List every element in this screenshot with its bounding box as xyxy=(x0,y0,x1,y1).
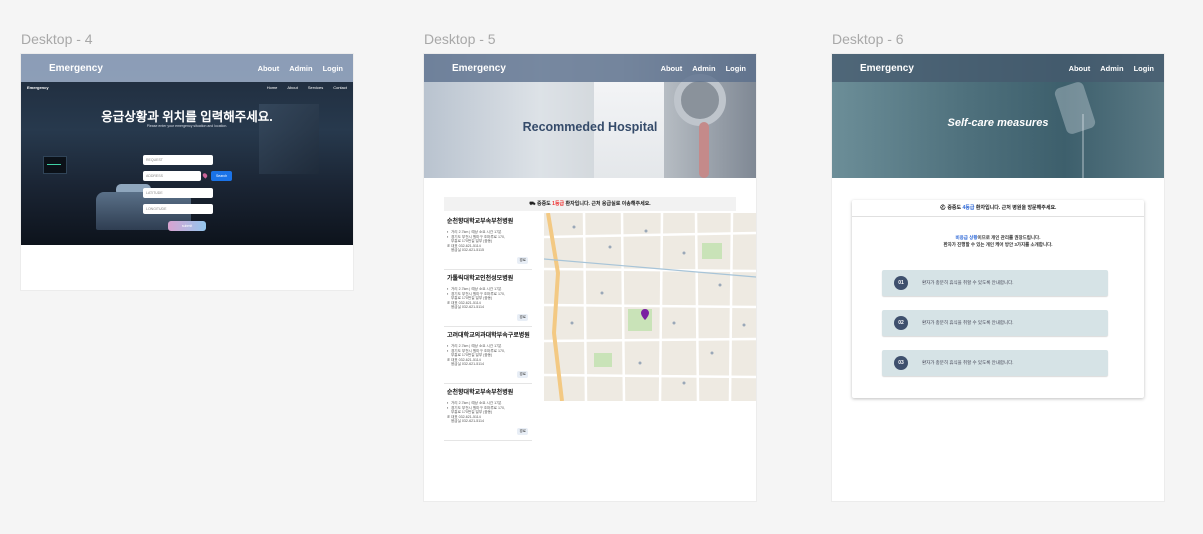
hospital-distance: 거리 2.7km | 예상 소요 시간 17분 xyxy=(451,344,502,348)
inner-nav-services[interactable]: Services xyxy=(308,85,323,90)
top-nav: Emergency About Admin Login xyxy=(21,54,353,82)
inner-nav: Emergency Home About Services Contact xyxy=(21,82,353,92)
frame-desktop-5: Recommeded Hospital Emergency About Admi… xyxy=(424,54,756,501)
hospital-address-2: 부흥로 170번길 일부 (중동) xyxy=(451,239,493,244)
hospital-name[interactable]: 가톨릭대학교인천성모병원 xyxy=(447,273,529,282)
nav-login[interactable]: Login xyxy=(726,64,746,73)
hospital-address-1: 경기도 부천시 원미구 조마루로 170, xyxy=(451,405,505,410)
hospital-address-1: 경기도 부천시 원미구 조마루로 170, xyxy=(451,234,505,239)
hero-subtitle: Please enter your emergency situation an… xyxy=(146,124,228,128)
nav-admin[interactable]: Admin xyxy=(1100,64,1123,73)
hero-title: Recommeded Hospital xyxy=(522,120,658,134)
hospital-address-1: 경기도 부천시 원미구 조마루로 170, xyxy=(451,291,505,296)
hero-title: 응급상황과 위치를 입력해주세요. xyxy=(101,110,273,124)
step-number: 03 xyxy=(894,356,908,370)
nav-admin[interactable]: Admin xyxy=(289,64,312,73)
request-input[interactable]: REQUEST xyxy=(143,155,213,165)
notice-suffix: 환자입니다. 근처 병원을 방문해주세요. xyxy=(974,205,1057,211)
self-care-card: ⛑ 중증도 4등급 환자입니다. 근처 병원을 방문해주세요. 비응급 상황이므… xyxy=(852,200,1144,398)
step-item-3: 03 환자가 충분히 휴식을 취할 수 있도록 안내합니다. xyxy=(882,350,1108,376)
step-text: 환자가 충분히 휴식을 취할 수 있도록 안내합니다. xyxy=(922,280,1014,285)
hospital-card[interactable]: 가톨릭대학교인천성모병원 ▪ 거리 2.7km | 예상 소요 시간 17분 ▪ 경기도… xyxy=(444,270,532,327)
latitude-input[interactable]: LATITUDE xyxy=(143,188,213,198)
map-view[interactable] xyxy=(544,213,756,401)
hospital-panel: ⛟ 중증도 1등급 환자입니다. 근처 응급실로 이송해주세요. 순천향대학교부… xyxy=(444,197,756,444)
step-item-1: 01 환자가 충분히 휴식을 취할 수 있도록 안내합니다. xyxy=(882,270,1108,296)
hero-title: Self-care measures xyxy=(947,117,1049,129)
hospital-address-2: 부흥로 170번길 일부 (중동) xyxy=(451,353,493,358)
step-text: 환자가 충분히 휴식을 취할 수 있도록 안내합니다. xyxy=(922,360,1014,365)
message-highlight: 비응급 상황 xyxy=(955,235,978,240)
route-button[interactable]: 경로 xyxy=(517,257,528,264)
inner-nav-contact[interactable]: Contact xyxy=(333,85,347,90)
notice-suffix: 환자입니다. 근처 응급실로 이송해주세요. xyxy=(564,201,651,207)
severity-level: 4등급 xyxy=(962,205,975,211)
nav-about[interactable]: About xyxy=(1069,64,1091,73)
route-button[interactable]: 경로 xyxy=(517,314,528,321)
hospital-distance: 거리 2.7km | 예상 소요 시간 17분 xyxy=(451,230,502,234)
hospital-er-tel: 응급실 032-621-5114 xyxy=(451,362,485,367)
nav-admin[interactable]: Admin xyxy=(692,64,715,73)
route-button[interactable]: 경로 xyxy=(517,371,528,378)
nav-login[interactable]: Login xyxy=(323,64,343,73)
longitude-input[interactable]: LONGITUDE xyxy=(143,204,213,214)
inner-nav-home[interactable]: Home xyxy=(267,85,278,90)
submit-button[interactable]: submit xyxy=(168,221,206,231)
brand-logo[interactable]: Emergency xyxy=(860,63,1069,74)
brand-logo[interactable]: Emergency xyxy=(49,63,258,74)
message-line2: 환자가 진행할 수 있는 개인 케어 방안 3가지를 소개합니다. xyxy=(943,242,1053,247)
hospital-er-tel: 응급실 032-621-5115 xyxy=(451,248,485,253)
step-item-2: 02 환자가 충분히 휴식을 취할 수 있도록 안내합니다. xyxy=(882,310,1108,336)
hospital-name[interactable]: 순천향대학교부속부천병원 xyxy=(447,216,529,225)
hospital-address-2: 부흥로 170번길 일부 (중동) xyxy=(451,296,493,301)
hospital-er-tel: 응급실 032-621-5114 xyxy=(451,305,485,310)
hospital-address-2: 부흥로 170번길 일부 (중동) xyxy=(451,410,493,415)
severity-notice: ⛑ 중증도 4등급 환자입니다. 근처 병원을 방문해주세요. xyxy=(852,200,1144,217)
frame-desktop-4: Emergency Home About Services Contact 응급… xyxy=(21,54,353,290)
search-button[interactable]: Search xyxy=(211,171,232,181)
hero-hospital-room: Emergency Home About Services Contact 응급… xyxy=(21,54,353,245)
severity-level: 1등급 xyxy=(552,201,565,207)
nav-about[interactable]: About xyxy=(258,64,280,73)
frame-label-desktop-6: Desktop - 6 xyxy=(832,31,904,47)
top-nav: Emergency About Admin Login xyxy=(832,54,1164,82)
address-input[interactable]: ADDRESS xyxy=(143,171,201,181)
location-pin-icon[interactable] xyxy=(201,172,209,179)
medical-monitor-icon xyxy=(43,156,67,174)
nav-login[interactable]: Login xyxy=(1134,64,1154,73)
frame-label-desktop-4: Desktop - 4 xyxy=(21,31,93,47)
inner-nav-brand[interactable]: Emergency xyxy=(27,85,267,90)
route-button[interactable]: 경로 xyxy=(517,428,528,435)
hospital-name[interactable]: 고려대학교의과대학부속구로병원 xyxy=(447,330,530,339)
ambulance-icon: ⛟ xyxy=(529,201,537,207)
top-nav: Emergency About Admin Login xyxy=(424,54,756,82)
hospital-er-tel: 응급실 032-621-5114 xyxy=(451,419,485,424)
hospital-address-1: 경기도 부천시 원미구 조마루로 170, xyxy=(451,348,505,353)
severity-notice: ⛟ 중증도 1등급 환자입니다. 근처 응급실로 이송해주세요. xyxy=(444,197,736,211)
hospital-list: 순천향대학교부속부천병원 ▪ 거리 2.7km | 예상 소요 시간 17분 ▪ 경기도… xyxy=(444,213,532,441)
hospital-distance: 거리 2.7km | 예상 소요 시간 17분 xyxy=(451,401,502,405)
step-number: 02 xyxy=(894,316,908,330)
message-line1: 이므로 개인 관리를 권장드립니다. xyxy=(977,235,1041,240)
notice-prefix: 중증도 xyxy=(947,205,963,211)
nav-about[interactable]: About xyxy=(661,64,683,73)
frame-desktop-6: Self-care measures Emergency About Admin… xyxy=(832,54,1164,501)
hospital-card[interactable]: 고려대학교의과대학부속구로병원 ▪ 거리 2.7km | 예상 소요 시간 17분 ▪… xyxy=(444,327,532,384)
notice-prefix: 중증도 xyxy=(536,201,553,207)
brand-logo[interactable]: Emergency xyxy=(452,63,661,74)
step-text: 환자가 충분히 휴식을 취할 수 있도록 안내합니다. xyxy=(922,320,1014,325)
hospital-name[interactable]: 순천향대학교부속부천병원 xyxy=(447,387,529,396)
frame-label-desktop-5: Desktop - 5 xyxy=(424,31,496,47)
hospital-distance: 거리 2.7km | 예상 소요 시간 17분 xyxy=(451,287,502,291)
inner-nav-about[interactable]: About xyxy=(287,85,297,90)
step-number: 01 xyxy=(894,276,908,290)
hospital-card[interactable]: 순천향대학교부속부천병원 ▪ 거리 2.7km | 예상 소요 시간 17분 ▪ 경기도… xyxy=(444,384,532,441)
hospital-card[interactable]: 순천향대학교부속부천병원 ▪ 거리 2.7km | 예상 소요 시간 17분 ▪ 경기도… xyxy=(444,213,532,270)
self-care-message: 비응급 상황이므로 개인 관리를 권장드립니다. 환자가 진행할 수 있는 개인… xyxy=(852,234,1144,248)
